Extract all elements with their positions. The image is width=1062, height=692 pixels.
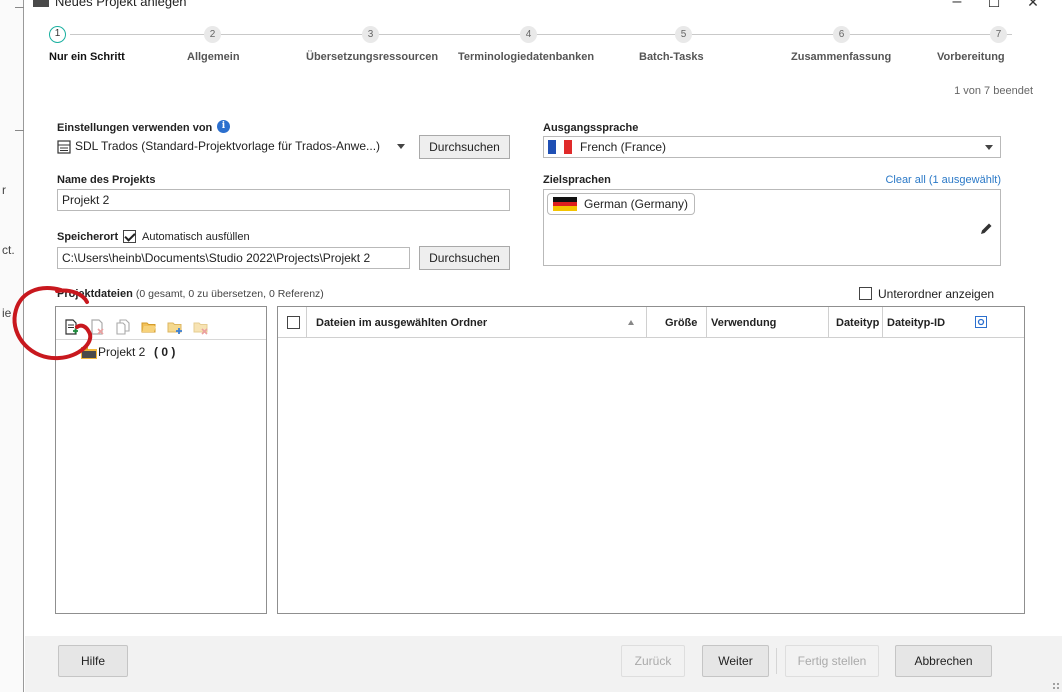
- column-header-usage[interactable]: Verwendung: [711, 317, 776, 329]
- target-language-value: German (Germany): [584, 197, 689, 211]
- step-1-label[interactable]: Nur ein Schritt: [49, 51, 125, 63]
- file-list-header: Dateien im ausgewählten Ordner Größe Ver…: [278, 307, 1024, 338]
- project-files-title: Projektdateien: [57, 288, 133, 300]
- finish-button[interactable]: Fertig stellen: [785, 645, 879, 677]
- column-separator: [306, 307, 307, 338]
- step-4-indicator[interactable]: 4: [520, 26, 537, 43]
- folder-toolbar: [56, 307, 266, 340]
- step-6-indicator[interactable]: 6: [833, 26, 850, 43]
- step-6-label[interactable]: Zusammenfassung: [791, 51, 891, 63]
- resize-grip-icon[interactable]: [1052, 682, 1060, 690]
- progress-status: 1 von 7 beendet: [954, 85, 1033, 97]
- column-header-filetype-id[interactable]: Dateityp-ID: [887, 317, 945, 329]
- background-window: r ct. ie: [0, 0, 24, 692]
- project-files-summary: (0 gesamt, 0 zu übersetzen, 0 Referenz): [135, 288, 324, 300]
- project-folder-icon: [81, 347, 97, 359]
- background-text: ct.: [2, 243, 15, 257]
- step-5-indicator[interactable]: 5: [675, 26, 692, 43]
- show-subfolders-label[interactable]: Unterordner anzeigen: [878, 287, 994, 301]
- france-flag-icon: [548, 140, 572, 154]
- column-separator: [646, 307, 647, 338]
- column-header-files[interactable]: Dateien im ausgewählten Ordner: [316, 317, 487, 329]
- location-label: Speicherort: [57, 231, 119, 243]
- column-chooser-icon[interactable]: [975, 316, 987, 328]
- step-7-label[interactable]: Vorbereitung: [937, 51, 1005, 63]
- source-language-value: French (France): [580, 140, 667, 154]
- sort-ascending-icon: [628, 320, 634, 325]
- cancel-button[interactable]: Abbrechen: [895, 645, 992, 677]
- project-name-input[interactable]: Projekt 2: [57, 189, 510, 211]
- title-bar: Neues Projekt anlegen – ☐ ✕: [25, 0, 1062, 14]
- show-subfolders-checkbox[interactable]: [859, 287, 872, 300]
- auto-fill-checkbox[interactable]: [123, 230, 136, 243]
- add-file-icon[interactable]: [63, 319, 79, 335]
- clear-all-link[interactable]: Clear all (1 ausgewählt): [885, 174, 1001, 186]
- remove-file-icon[interactable]: [89, 319, 105, 335]
- folder-tree-panel: Projekt 2 ( 0 ): [55, 306, 267, 614]
- template-browse-button[interactable]: Durchsuchen: [419, 135, 510, 159]
- tree-root-count: ( 0 ): [154, 345, 176, 359]
- step-3-indicator[interactable]: 3: [362, 26, 379, 43]
- maximize-button[interactable]: ☐: [979, 0, 1009, 12]
- footer-divider: [776, 648, 777, 674]
- column-header-size[interactable]: Größe: [665, 317, 697, 329]
- column-separator: [706, 307, 707, 338]
- location-input[interactable]: C:\Users\heinb\Documents\Studio 2022\Pro…: [57, 247, 410, 269]
- germany-flag-icon: [553, 197, 577, 212]
- step-1-indicator[interactable]: 1: [49, 26, 66, 43]
- minimize-button[interactable]: –: [942, 0, 972, 12]
- background-divider: [15, 130, 24, 131]
- project-name-label: Name des Projekts: [57, 174, 156, 186]
- remove-folder-icon[interactable]: [193, 319, 209, 335]
- step-3-label[interactable]: Übersetzungsressourcen: [306, 51, 438, 63]
- back-button[interactable]: Zurück: [621, 645, 685, 677]
- settings-label: Einstellungen verwenden von: [57, 122, 213, 134]
- dialog-footer: Hilfe Zurück Weiter Fertig stellen Abbre…: [25, 636, 1062, 692]
- project-files-label: Projektdateien (0 gesamt, 0 zu übersetze…: [57, 288, 324, 300]
- step-4-label[interactable]: Terminologiedatenbanken: [458, 51, 594, 63]
- open-folder-icon[interactable]: [141, 319, 157, 335]
- template-dropdown[interactable]: SDL Trados (Standard-Projektvorlage für …: [57, 136, 410, 158]
- target-languages-label: Zielsprachen: [543, 174, 611, 186]
- auto-fill-label[interactable]: Automatisch ausfüllen: [142, 231, 250, 243]
- close-button[interactable]: ✕: [1018, 0, 1048, 12]
- step-2-label[interactable]: Allgemein: [187, 51, 240, 63]
- chevron-down-icon: [985, 145, 993, 150]
- window-title: Neues Projekt anlegen: [55, 0, 187, 9]
- background-text: r: [2, 183, 6, 197]
- target-languages-box[interactable]: German (Germany): [543, 189, 1001, 266]
- column-header-filetype[interactable]: Dateityp: [836, 317, 879, 329]
- step-5-label[interactable]: Batch-Tasks: [639, 51, 704, 63]
- add-folder-icon[interactable]: [167, 319, 183, 335]
- target-language-tag[interactable]: German (Germany): [547, 193, 695, 215]
- column-separator: [882, 307, 883, 338]
- pencil-icon[interactable]: [978, 221, 994, 237]
- tree-root-label: Projekt 2: [98, 345, 146, 359]
- step-7-indicator[interactable]: 7: [990, 26, 1007, 43]
- background-divider: [15, 7, 24, 8]
- app-icon: [33, 0, 49, 7]
- source-language-label: Ausgangssprache: [543, 122, 639, 134]
- location-browse-button[interactable]: Durchsuchen: [419, 246, 510, 270]
- help-button[interactable]: Hilfe: [58, 645, 128, 677]
- source-language-dropdown[interactable]: French (France): [543, 136, 1001, 158]
- template-icon: [57, 140, 71, 154]
- step-2-indicator[interactable]: 2: [204, 26, 221, 43]
- copy-file-icon[interactable]: [115, 319, 131, 335]
- info-icon[interactable]: i: [217, 120, 230, 133]
- column-separator: [828, 307, 829, 338]
- template-value: SDL Trados (Standard-Projektvorlage für …: [75, 139, 381, 153]
- select-all-checkbox[interactable]: [287, 316, 300, 329]
- next-button[interactable]: Weiter: [702, 645, 769, 677]
- new-project-dialog: Neues Projekt anlegen – ☐ ✕ 1 2 3 4 5 6 …: [25, 0, 1062, 692]
- file-list-panel: Dateien im ausgewählten Ordner Größe Ver…: [277, 306, 1025, 614]
- background-text: ie: [2, 306, 12, 320]
- chevron-down-icon: [397, 144, 405, 149]
